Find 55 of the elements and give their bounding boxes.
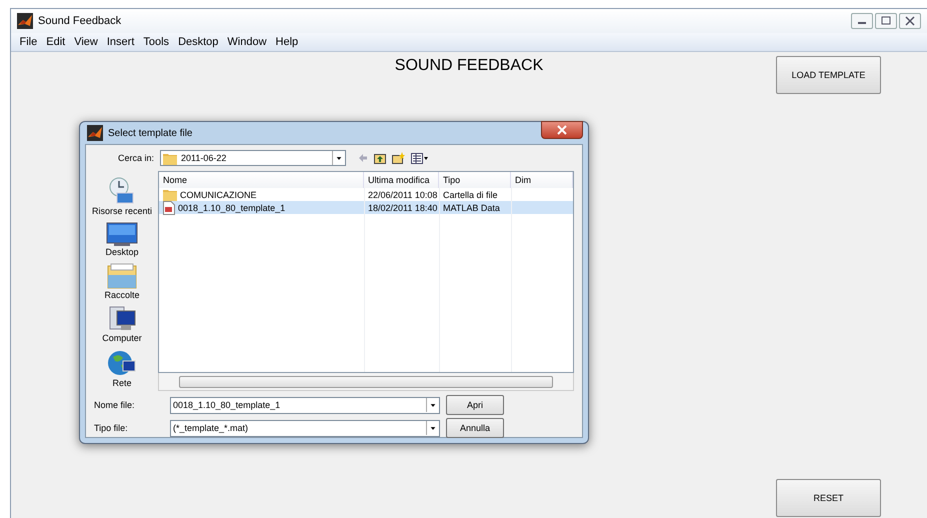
file-type-dropdown[interactable]: (*_template_*.mat) bbox=[170, 420, 440, 436]
minimize-icon[interactable] bbox=[851, 13, 873, 29]
sidebar-place[interactable]: Desktop bbox=[105, 222, 139, 257]
horizontal-scrollbar[interactable] bbox=[158, 373, 574, 391]
matlab-logo-icon bbox=[17, 13, 33, 29]
matlab-logo-icon bbox=[87, 125, 103, 141]
sidebar-place[interactable]: Computer bbox=[102, 306, 142, 343]
view-menu-icon[interactable] bbox=[411, 152, 428, 164]
window-title: Sound Feedback bbox=[38, 15, 122, 27]
table-cell-text: MATLAB Data bbox=[442, 202, 501, 214]
load-template-button[interactable]: LOAD TEMPLATE bbox=[776, 56, 881, 94]
cancel-button[interactable]: Annulla bbox=[446, 418, 504, 438]
folder-icon bbox=[163, 188, 177, 201]
menu-item[interactable]: View bbox=[70, 36, 102, 48]
reset-button[interactable]: RESET bbox=[776, 479, 881, 517]
table-cell-text: 18/02/2011 18:40 bbox=[367, 202, 438, 214]
sidebar-place[interactable]: Raccolte bbox=[104, 263, 140, 300]
column-header[interactable]: Ultima modifica bbox=[364, 172, 439, 188]
folder-icon bbox=[106, 263, 137, 289]
folder-icon bbox=[163, 152, 177, 164]
close-icon[interactable] bbox=[541, 121, 583, 139]
open-button[interactable]: Apri bbox=[446, 395, 504, 415]
close-icon[interactable] bbox=[899, 13, 921, 29]
new-folder-icon[interactable] bbox=[392, 152, 405, 164]
menu-item[interactable]: Desktop bbox=[174, 36, 223, 48]
menu-item[interactable]: Insert bbox=[102, 36, 139, 48]
file-row[interactable]: COMUNICAZIONE 22/06/2011 10:08 Cartella di file bbox=[159, 188, 573, 201]
sidebar-place[interactable]: Rete bbox=[107, 349, 137, 388]
look-in-label: Cerca in: bbox=[116, 153, 155, 163]
file-name: 0018_1.10_80_template_1 bbox=[178, 202, 286, 212]
computer-icon bbox=[106, 306, 137, 332]
column-header[interactable]: Tipo bbox=[439, 172, 511, 188]
table-cell-text: 22/06/2011 10:08 bbox=[367, 188, 438, 201]
menu-item[interactable]: Window bbox=[222, 36, 272, 48]
globe-icon bbox=[107, 349, 137, 377]
menu-item[interactable]: Tools bbox=[138, 36, 174, 48]
file-name-label: Nome file: bbox=[94, 400, 136, 410]
look-in-dropdown[interactable]: 2011-06-22 bbox=[160, 150, 346, 166]
file-name: COMUNICAZIONE bbox=[180, 190, 256, 200]
sidebar-place[interactable]: Risorse recenti bbox=[92, 177, 152, 216]
column-header[interactable]: Nome bbox=[159, 172, 364, 188]
menu-item[interactable]: File bbox=[15, 36, 42, 48]
dialog-title: Select template file bbox=[108, 128, 192, 138]
up-folder-icon[interactable] bbox=[374, 152, 386, 164]
menu-item[interactable]: Edit bbox=[42, 36, 70, 48]
maximize-icon[interactable] bbox=[875, 13, 897, 29]
file-icon bbox=[163, 200, 175, 214]
file-name-field[interactable]: 0018_1.10_80_template_1 bbox=[170, 396, 440, 414]
file-row[interactable]: 0018_1.10_80_template_1 18/02/2011 18:40 MATLAB Data bbox=[159, 201, 573, 214]
desktop-icon bbox=[106, 222, 138, 246]
table-cell-text: Cartella di file bbox=[442, 188, 499, 201]
app-heading: SOUND FEEDBACK bbox=[394, 57, 544, 75]
column-header[interactable]: Dim bbox=[511, 172, 573, 188]
file-type-label: Tipo file: bbox=[94, 423, 129, 433]
menu-item[interactable]: Help bbox=[271, 36, 303, 48]
